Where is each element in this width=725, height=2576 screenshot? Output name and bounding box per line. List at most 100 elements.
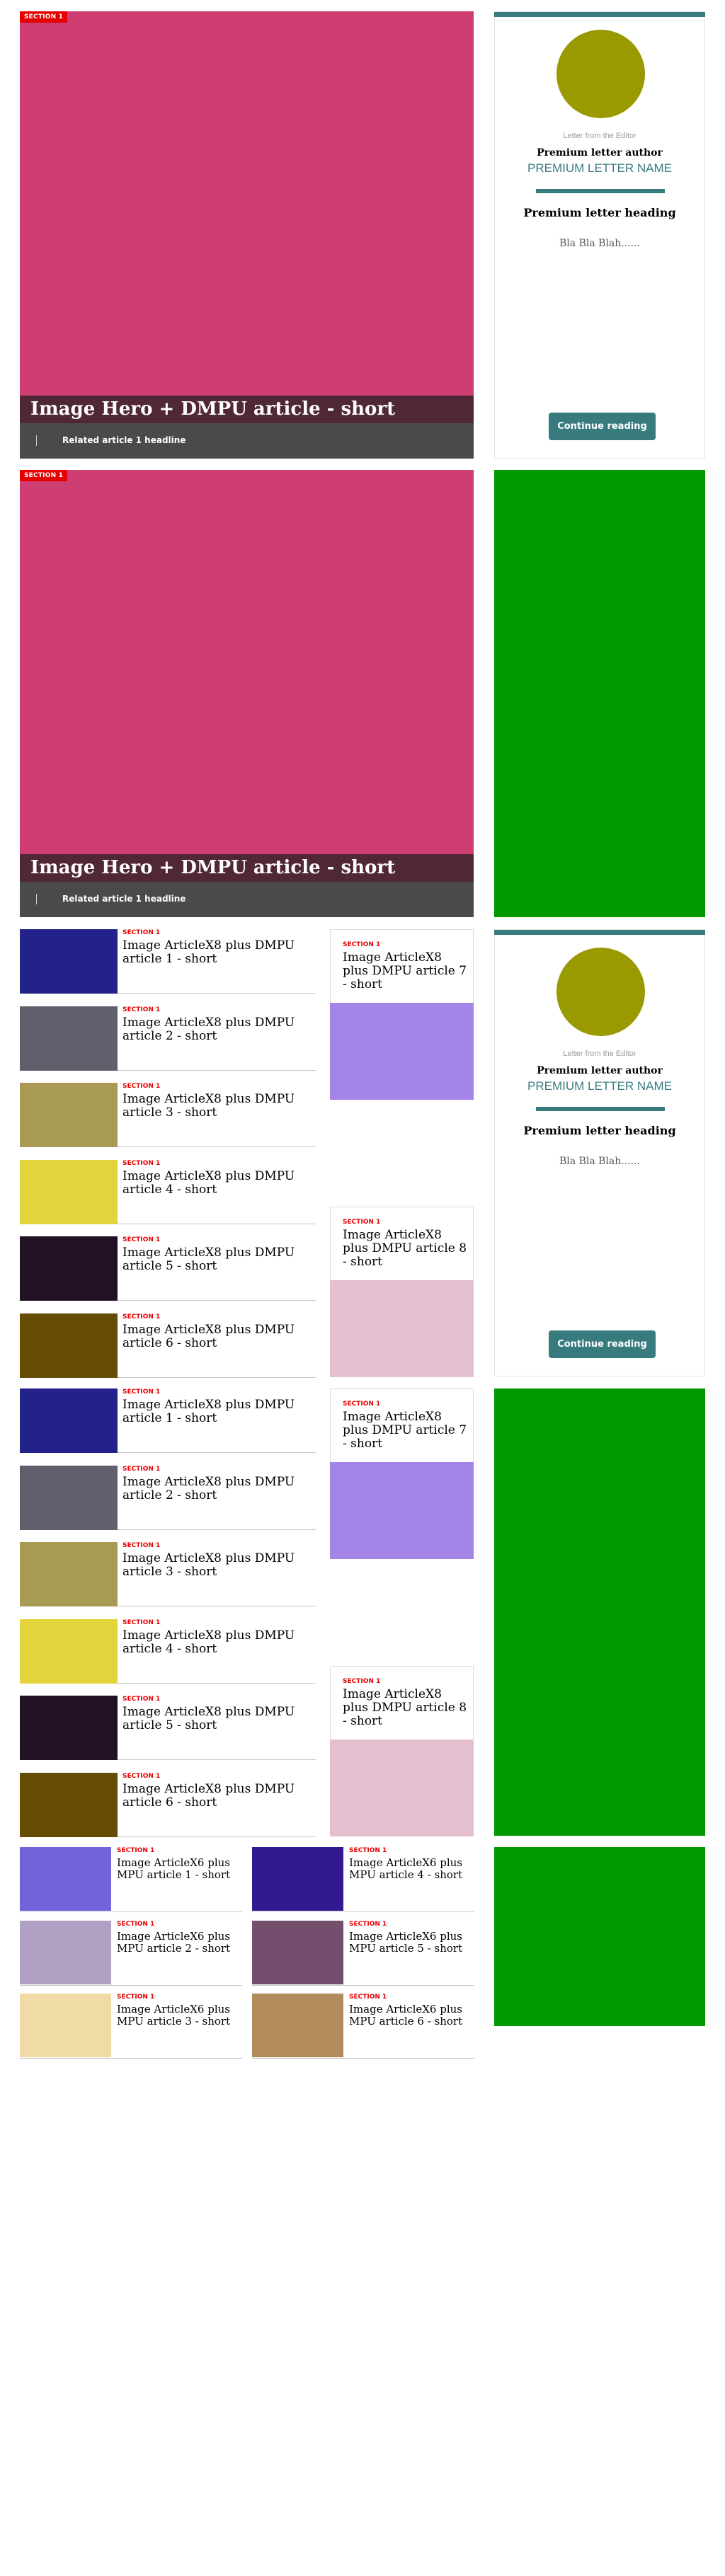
list-item[interactable]: SECTION 1 Image ArticleX6 plus MPU articl… — [252, 1920, 474, 1986]
side-article-card[interactable]: SECTION 1 Image ArticleX8 plus DMPU artic… — [330, 1388, 474, 1559]
article-title[interactable]: Image ArticleX6 plus MPU article 4 - sho… — [349, 1857, 473, 1881]
continue-reading-button[interactable]: Continue reading — [549, 413, 656, 440]
section-badge[interactable]: SECTION 1 — [20, 470, 68, 481]
dmpu-ad-slot[interactable] — [494, 470, 705, 917]
article-title[interactable]: Image ArticleX8 plus DMPU article 5 - sh… — [122, 1706, 315, 1732]
article-title[interactable]: Image ArticleX8 plus DMPU article 1 - sh… — [122, 939, 315, 966]
hero-article[interactable]: SECTION 1 Image Hero + DMPU article - sh… — [20, 470, 474, 917]
article-image[interactable] — [330, 1462, 474, 1559]
list-item[interactable]: SECTION 1 Image ArticleX6 plus MPU articl… — [252, 1847, 474, 1912]
list-item[interactable]: SECTION 1 Image ArticleX8 plus DMPU artic… — [20, 1006, 316, 1071]
article-thumbnail[interactable] — [20, 1083, 118, 1148]
section-label[interactable]: SECTION 1 — [122, 1465, 160, 1473]
article-title[interactable]: Image ArticleX8 plus DMPU article 3 - sh… — [122, 1552, 315, 1579]
list-item[interactable]: SECTION 1 Image ArticleX8 plus DMPU artic… — [20, 1388, 316, 1453]
list-item[interactable]: SECTION 1 Image ArticleX8 plus DMPU artic… — [20, 929, 316, 994]
hero-article[interactable]: SECTION 1 Image Hero + DMPU article - sh… — [20, 11, 474, 459]
section-label[interactable]: SECTION 1 — [349, 1846, 387, 1855]
list-item[interactable]: SECTION 1 Image ArticleX8 plus DMPU artic… — [20, 1695, 316, 1761]
article-thumbnail[interactable] — [20, 929, 118, 994]
section-label[interactable]: SECTION 1 — [122, 1772, 160, 1781]
section-label[interactable]: SECTION 1 — [122, 1388, 160, 1396]
section-badge[interactable]: SECTION 1 — [20, 11, 68, 23]
article-title[interactable]: Image ArticleX8 plus DMPU article 3 - sh… — [122, 1093, 315, 1120]
section-label[interactable]: SECTION 1 — [343, 1218, 380, 1226]
article-thumbnail[interactable] — [20, 1006, 118, 1071]
article-thumbnail[interactable] — [20, 1618, 118, 1684]
article-thumbnail[interactable] — [20, 1773, 118, 1837]
section-label[interactable]: SECTION 1 — [117, 1920, 154, 1928]
related-article-link[interactable]: Related article 1 headline — [62, 435, 185, 446]
list-item[interactable]: SECTION 1 Image ArticleX6 plus MPU articl… — [20, 1920, 242, 1986]
side-article-card[interactable]: SECTION 1 Image ArticleX8 plus DMPU artic… — [330, 1666, 474, 1836]
article-thumbnail[interactable] — [20, 1465, 118, 1530]
section-label[interactable]: SECTION 1 — [349, 1920, 387, 1928]
list-item[interactable]: SECTION 1 Image ArticleX8 plus DMPU artic… — [20, 1465, 316, 1530]
article-image[interactable] — [330, 1280, 474, 1377]
article-title[interactable]: Image ArticleX8 plus DMPU article 5 - sh… — [122, 1246, 315, 1273]
article-title[interactable]: Image ArticleX6 plus MPU article 6 - sho… — [349, 2003, 473, 2028]
hero-title[interactable]: Image Hero + DMPU article - short — [30, 398, 395, 420]
section-label[interactable]: SECTION 1 — [122, 1541, 160, 1550]
article-thumbnail[interactable] — [20, 1847, 111, 1911]
list-item[interactable]: SECTION 1 Image ArticleX8 plus DMPU artic… — [20, 1082, 316, 1148]
article-title[interactable]: Image ArticleX8 plus DMPU article 6 - sh… — [122, 1323, 315, 1350]
list-item[interactable]: SECTION 1 Image ArticleX8 plus DMPU artic… — [20, 1541, 316, 1607]
list-item[interactable]: SECTION 1 Image ArticleX8 plus DMPU artic… — [20, 1159, 316, 1224]
section-label[interactable]: SECTION 1 — [122, 1695, 160, 1703]
section-label[interactable]: SECTION 1 — [117, 1993, 154, 2001]
article-title[interactable]: Image ArticleX8 plus DMPU article 4 - sh… — [122, 1628, 315, 1656]
section-label[interactable]: SECTION 1 — [117, 1846, 154, 1855]
article-thumbnail[interactable] — [252, 1994, 343, 2057]
side-article-card[interactable]: SECTION 1 Image ArticleX8 plus DMPU artic… — [330, 1207, 474, 1377]
list-item[interactable]: SECTION 1 Image ArticleX6 plus MPU articl… — [252, 1994, 474, 2059]
section-label[interactable]: SECTION 1 — [122, 1006, 160, 1014]
article-thumbnail[interactable] — [20, 1696, 118, 1761]
section-label[interactable]: SECTION 1 — [122, 1618, 160, 1627]
article-title[interactable]: Image ArticleX6 plus MPU article 2 - sho… — [117, 1930, 241, 1955]
article-image[interactable] — [330, 1003, 474, 1100]
article-thumbnail[interactable] — [252, 1847, 343, 1911]
article-title[interactable]: Image ArticleX8 plus DMPU article 2 - sh… — [122, 1475, 315, 1502]
article-thumbnail[interactable] — [20, 1388, 118, 1453]
list-item[interactable]: SECTION 1 Image ArticleX8 plus DMPU artic… — [20, 1236, 316, 1301]
article-title[interactable]: Image ArticleX6 plus MPU article 5 - sho… — [349, 1930, 473, 1955]
article-title[interactable]: Image ArticleX8 plus DMPU article 6 - sh… — [122, 1783, 315, 1810]
section-label[interactable]: SECTION 1 — [122, 1313, 160, 1321]
section-label[interactable]: SECTION 1 — [343, 1677, 380, 1686]
section-label[interactable]: SECTION 1 — [122, 928, 160, 937]
mpu-ad-slot[interactable] — [494, 1847, 705, 2026]
hero-title[interactable]: Image Hero + DMPU article - short — [30, 856, 395, 879]
article-thumbnail[interactable] — [20, 1313, 118, 1378]
list-item[interactable]: SECTION 1 Image ArticleX8 plus DMPU artic… — [20, 1618, 316, 1684]
side-article-card[interactable]: SECTION 1 Image ArticleX8 plus DMPU artic… — [330, 929, 474, 1100]
continue-reading-button[interactable]: Continue reading — [549, 1330, 656, 1358]
article-title[interactable]: Image ArticleX8 plus DMPU article 8 - sh… — [343, 1229, 469, 1269]
section-label[interactable]: SECTION 1 — [349, 1993, 387, 2001]
section-label[interactable]: SECTION 1 — [343, 1400, 380, 1408]
article-image[interactable] — [330, 1740, 474, 1836]
list-item[interactable]: SECTION 1 Image ArticleX6 plus MPU articl… — [20, 1847, 242, 1912]
list-item[interactable]: SECTION 1 Image ArticleX8 plus DMPU artic… — [20, 1773, 316, 1837]
article-thumbnail[interactable] — [20, 1159, 118, 1224]
article-title[interactable]: Image ArticleX8 plus DMPU article 7 - sh… — [343, 951, 469, 991]
article-thumbnail[interactable] — [20, 1920, 111, 1984]
article-title[interactable]: Image ArticleX8 plus DMPU article 4 - sh… — [122, 1169, 315, 1197]
article-thumbnail[interactable] — [20, 1994, 111, 2057]
article-thumbnail[interactable] — [252, 1920, 343, 1984]
article-thumbnail[interactable] — [20, 1236, 118, 1301]
article-title[interactable]: Image ArticleX8 plus DMPU article 2 - sh… — [122, 1016, 315, 1043]
section-label[interactable]: SECTION 1 — [343, 941, 380, 949]
article-title[interactable]: Image ArticleX8 plus DMPU article 8 - sh… — [343, 1688, 469, 1728]
article-title[interactable]: Image ArticleX8 plus DMPU article 7 - sh… — [343, 1410, 469, 1451]
related-article-link[interactable]: Related article 1 headline — [62, 894, 185, 904]
list-item[interactable]: SECTION 1 Image ArticleX8 plus DMPU artic… — [20, 1313, 316, 1378]
article-title[interactable]: Image ArticleX6 plus MPU article 1 - sho… — [117, 1857, 241, 1881]
article-title[interactable]: Image ArticleX6 plus MPU article 3 - sho… — [117, 2003, 241, 2028]
list-item[interactable]: SECTION 1 Image ArticleX6 plus MPU articl… — [20, 1994, 242, 2059]
section-label[interactable]: SECTION 1 — [122, 1236, 160, 1244]
article-title[interactable]: Image ArticleX8 plus DMPU article 1 - sh… — [122, 1398, 315, 1425]
section-label[interactable]: SECTION 1 — [122, 1082, 160, 1091]
article-thumbnail[interactable] — [20, 1542, 118, 1607]
section-label[interactable]: SECTION 1 — [122, 1159, 160, 1168]
